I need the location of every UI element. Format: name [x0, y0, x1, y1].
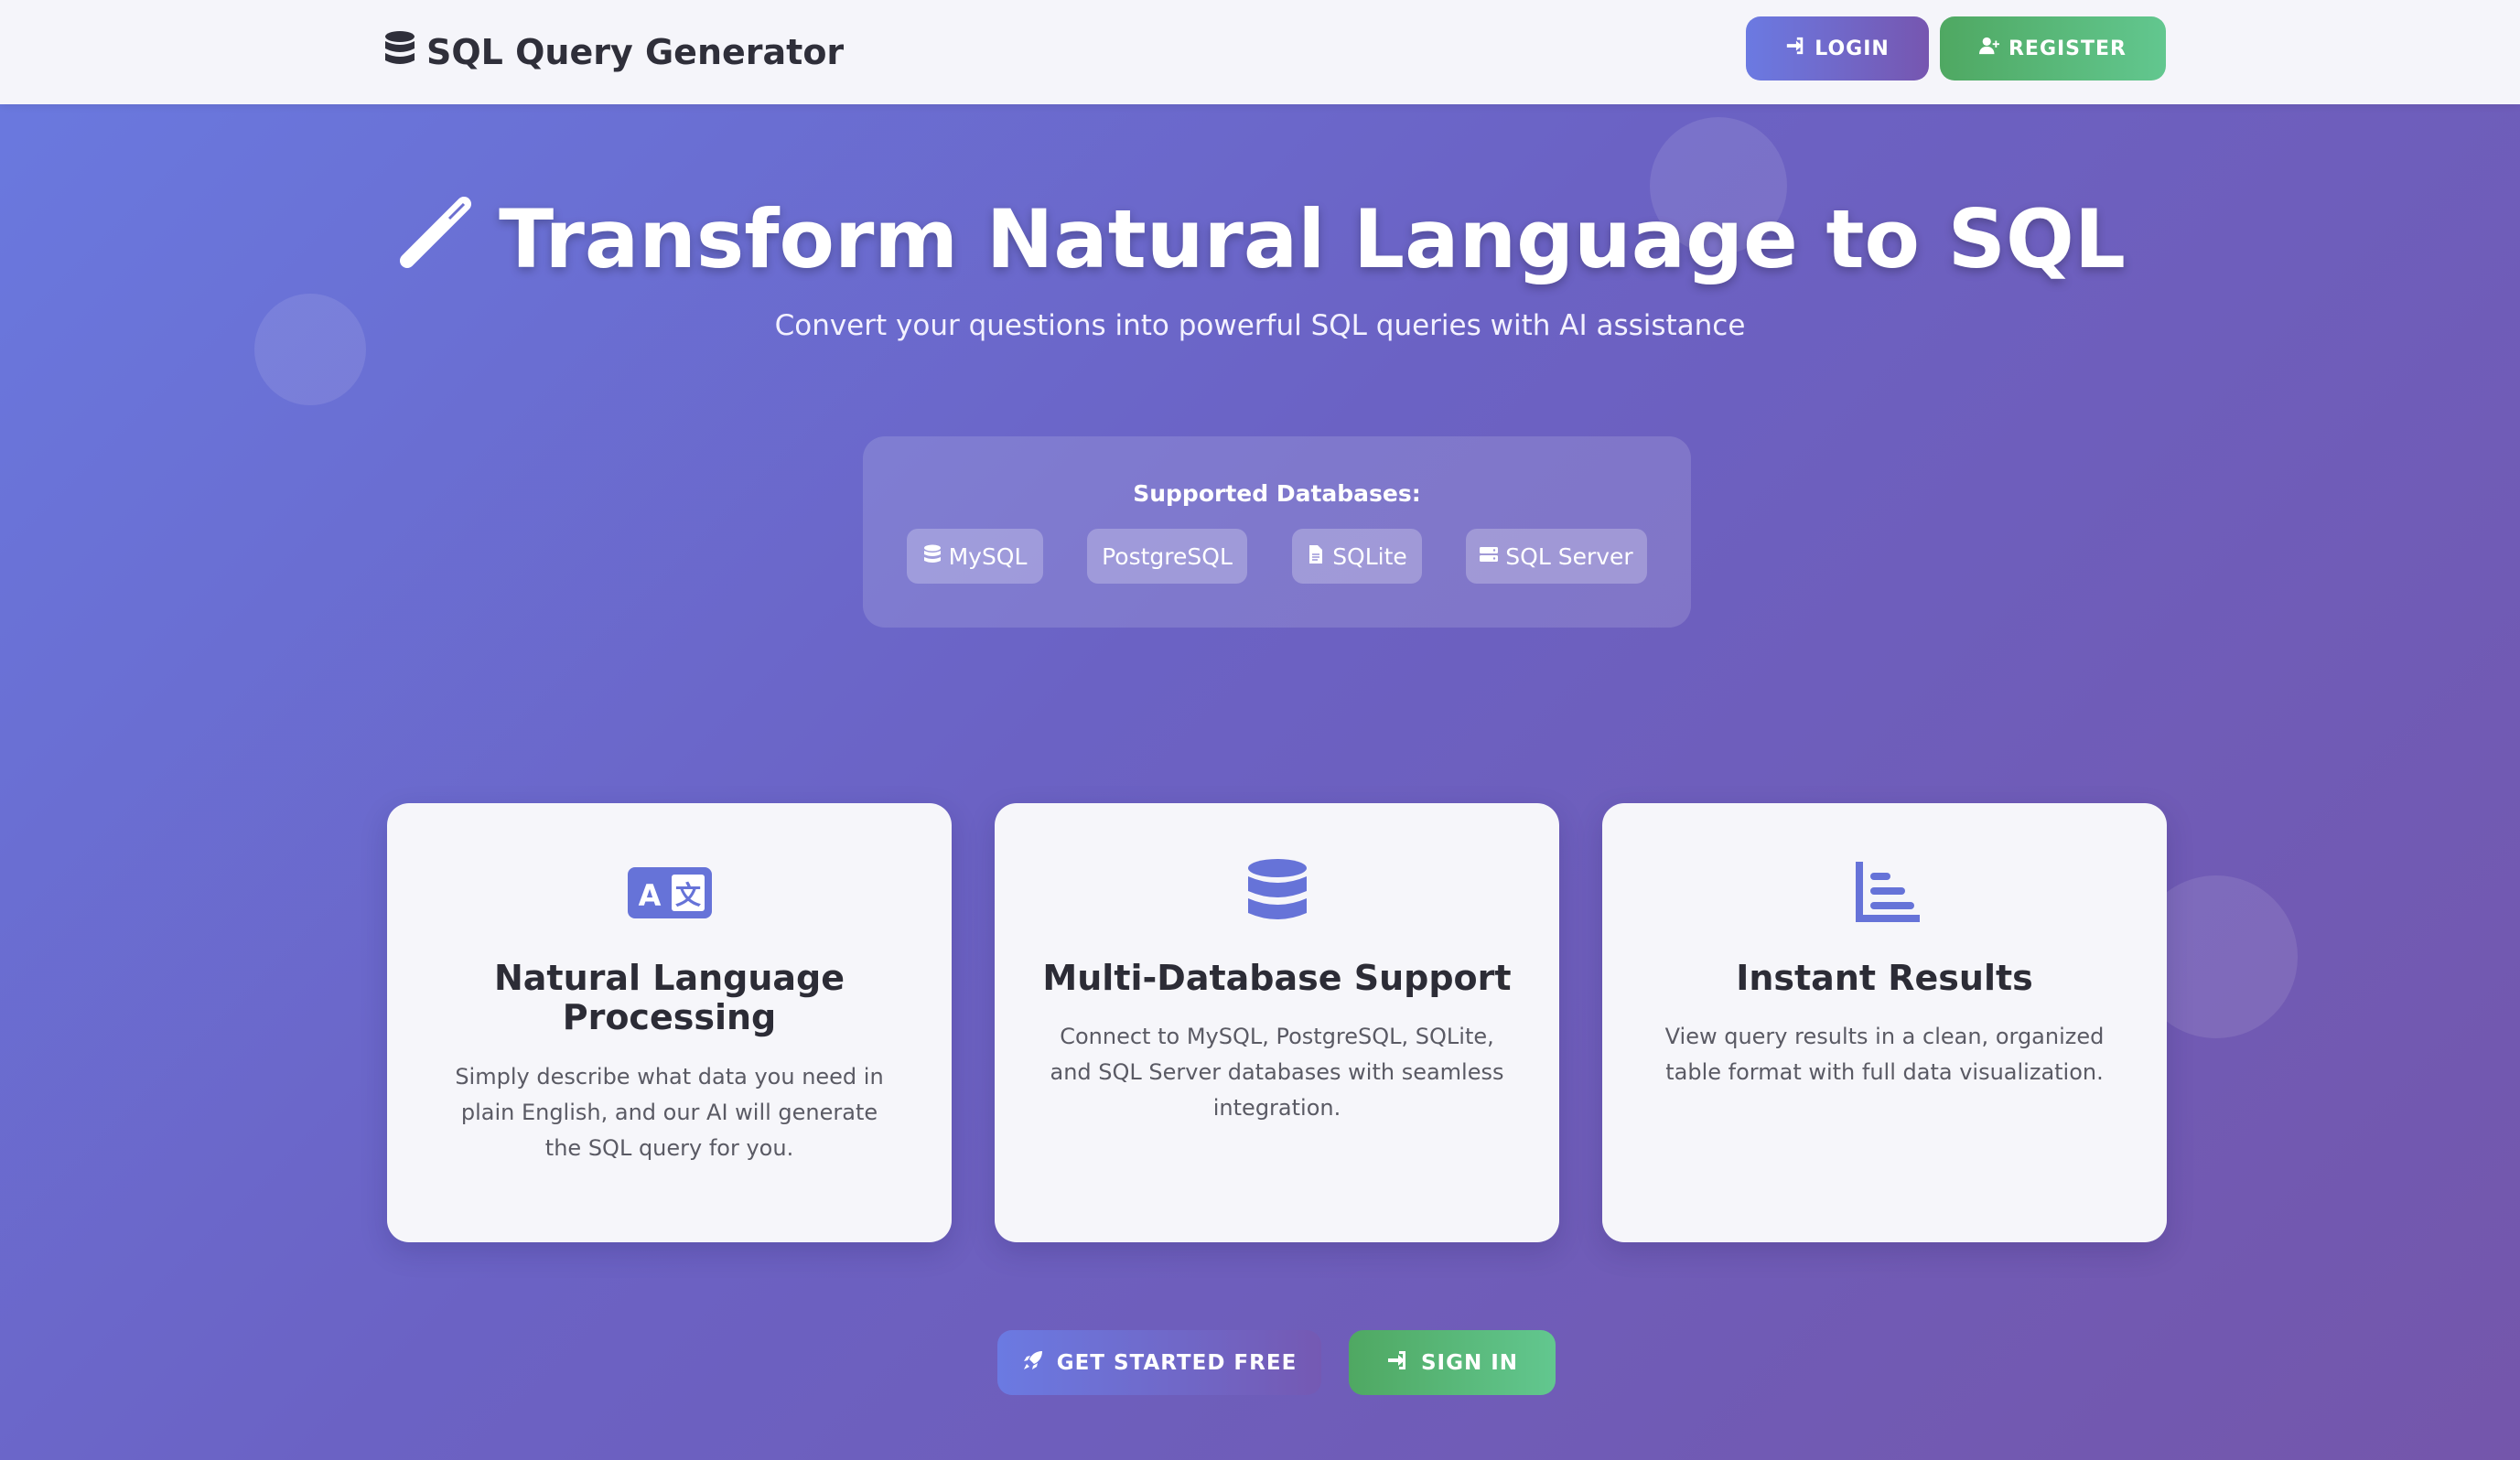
db-chip-postgresql: PostgreSQL [1087, 529, 1247, 584]
database-icon [923, 543, 942, 570]
db-chip-label: PostgreSQL [1102, 542, 1233, 570]
sign-in-button[interactable]: SIGN IN [1349, 1330, 1556, 1395]
server-icon [1480, 543, 1499, 570]
supported-databases-panel: Supported Databases: MySQL PostgreSQL SQ… [863, 436, 1691, 628]
feature-description: Simply describe what data you need in pl… [455, 1064, 884, 1161]
rocket-icon [1022, 1349, 1044, 1377]
register-label: REGISTER [2008, 37, 2127, 60]
feature-title: Instant Results [1736, 958, 2033, 998]
feature-card-multi-database: Multi-Database Support Connect to MySQL,… [995, 803, 1559, 1242]
db-chip-label: MySQL [948, 542, 1028, 570]
feature-title: Multi-Database Support [1042, 958, 1512, 998]
hero-title-text: Transform Natural Language to SQL [499, 192, 2126, 286]
get-started-label: GET STARTED FREE [1056, 1350, 1298, 1375]
login-label: LOGIN [1815, 37, 1890, 60]
sign-in-icon [1386, 1349, 1408, 1377]
chart-bar-icon [1602, 858, 2167, 926]
svg-text:A: A [638, 878, 661, 913]
login-button[interactable]: LOGIN [1746, 16, 1929, 81]
sign-in-label: SIGN IN [1420, 1350, 1519, 1375]
user-plus-icon [1978, 36, 1999, 61]
db-chip-mysql: MySQL [907, 529, 1043, 584]
database-icon [995, 858, 1559, 926]
sign-in-icon [1785, 36, 1805, 61]
navbar: SQL Query Generator LOGIN REGISTER [0, 0, 2520, 104]
db-chip-label: SQL Server [1505, 542, 1633, 570]
svg-text:文: 文 [674, 880, 700, 910]
feature-description: View query results in a clean, organized… [1664, 1024, 2105, 1085]
hero-title: Transform Natural Language to SQL [0, 188, 2520, 291]
hero-subtitle: Convert your questions into powerful SQL… [774, 309, 1746, 342]
brand-name: SQL Query Generator [426, 32, 845, 72]
db-chip-label: SQLite [1332, 542, 1407, 570]
feature-description: Connect to MySQL, PostgreSQL, SQLite, an… [1050, 1024, 1504, 1121]
feature-title: Natural Language Processing [493, 958, 845, 1037]
db-chip-sql-server: SQL Server [1466, 529, 1647, 584]
get-started-button[interactable]: GET STARTED FREE [997, 1330, 1321, 1395]
magic-wand-icon [394, 188, 479, 291]
brand[interactable]: SQL Query Generator [384, 27, 844, 77]
supported-databases-title: Supported Databases: [1133, 480, 1421, 507]
language-icon: A文 [387, 858, 952, 926]
feature-card-nlp: A文 Natural Language Processing Simply de… [387, 803, 952, 1242]
register-button[interactable]: REGISTER [1940, 16, 2166, 81]
db-chip-sqlite: SQLite [1292, 529, 1422, 584]
feature-card-instant-results: Instant Results View query results in a … [1602, 803, 2167, 1242]
database-icon [384, 30, 415, 75]
file-icon [1307, 543, 1325, 570]
